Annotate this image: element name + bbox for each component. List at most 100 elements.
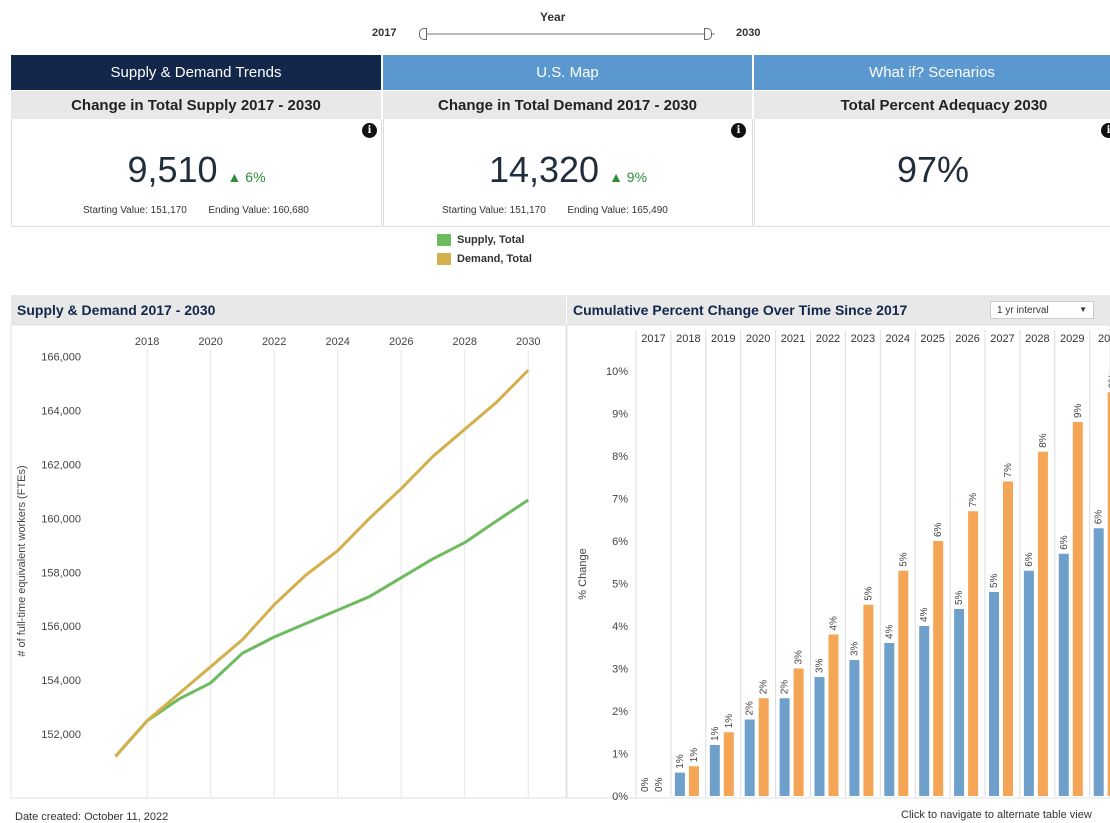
alternate-table-link[interactable]: Click to navigate to alternate table vie… — [901, 809, 1092, 821]
data-label: 3% — [815, 658, 826, 673]
x-tick-label: 2022 — [816, 333, 840, 345]
y-tick-label: 156,000 — [41, 621, 81, 633]
bar-chart: 0%1%2%3%4%5%6%7%8%9%10%% Change2017 2018 2… — [577, 330, 1110, 803]
bar — [898, 570, 909, 796]
y-tick-label: 162,000 — [41, 459, 81, 471]
line-chart-frame — [10, 324, 567, 799]
data-label: 0% — [654, 777, 665, 792]
bar — [828, 634, 839, 796]
bar — [709, 745, 720, 796]
x-tick-label: 2025 — [920, 333, 944, 345]
data-label: 6% — [1059, 535, 1070, 550]
x-tick-label: 2017 — [641, 333, 665, 345]
y-tick-label: 154,000 — [41, 675, 81, 687]
bar — [968, 511, 979, 796]
data-label: 1% — [689, 748, 700, 763]
x-tick-label: 2020 — [198, 336, 222, 348]
data-label: 3% — [849, 641, 860, 656]
bar — [779, 698, 790, 796]
x-tick-label: 2018 — [676, 333, 700, 345]
y-tick-label: 7% — [612, 494, 628, 506]
y-tick-label: 158,000 — [41, 567, 81, 579]
x-tick-label: 2023 — [851, 333, 875, 345]
x-tick-label: 2020 — [746, 333, 770, 345]
data-label: 5% — [863, 586, 874, 601]
bar — [919, 626, 930, 796]
y-tick-label: 1% — [612, 749, 628, 761]
bar — [1023, 570, 1034, 796]
data-label: 3% — [794, 650, 805, 665]
data-label: 8% — [1038, 433, 1049, 448]
bar — [1003, 481, 1013, 796]
x-tick-label: 2028 — [452, 336, 476, 348]
y-tick-label: 164,000 — [41, 405, 81, 417]
data-label: 0% — [640, 777, 651, 792]
bar — [1058, 553, 1069, 796]
x-tick-label: 2019 — [711, 333, 735, 345]
bar — [863, 604, 874, 796]
x-tick-label: 2022 — [262, 336, 286, 348]
bar — [884, 643, 895, 796]
bar — [989, 592, 999, 796]
data-label: 5% — [954, 590, 965, 605]
y-tick-label: 4% — [612, 621, 628, 633]
y-tick-label: 152,000 — [41, 729, 81, 741]
data-label: 1% — [675, 754, 686, 769]
x-tick-label: 2024 — [886, 333, 910, 345]
x-tick-label: 2030 — [516, 336, 540, 348]
date-created: Date created: October 11, 2022 — [15, 811, 169, 823]
bar — [674, 772, 685, 796]
data-label: 4% — [919, 607, 930, 622]
bar — [744, 719, 755, 796]
y-tick-label: 160,000 — [41, 513, 81, 525]
data-label: 1% — [724, 714, 735, 729]
bar — [814, 677, 825, 796]
x-tick-label: 2026 — [389, 336, 413, 348]
bar — [954, 609, 965, 796]
bar — [758, 698, 769, 796]
y-tick-label: 10% — [606, 366, 628, 378]
x-tick-label: 203 — [1098, 333, 1110, 345]
y-tick-label: 2% — [612, 706, 628, 718]
data-label: 5% — [898, 552, 909, 567]
data-label: 6% — [1024, 552, 1035, 567]
data-label: 4% — [884, 624, 895, 639]
y-tick-label: 166,000 — [41, 351, 81, 363]
y-axis-label: # of full-time equivalent workers (FTEs) — [16, 465, 28, 656]
data-label: 4% — [829, 616, 840, 631]
x-tick-label: 2026 — [955, 333, 979, 345]
bar — [1037, 451, 1048, 796]
bar — [723, 732, 734, 796]
series-line — [114, 498, 530, 758]
data-label: 2% — [745, 701, 756, 716]
y-axis-label: % Change — [577, 548, 589, 599]
y-tick-label: 0% — [612, 791, 628, 803]
bar — [849, 660, 860, 796]
data-label: 6% — [1094, 510, 1105, 525]
bar — [1093, 528, 1104, 796]
bar — [688, 766, 699, 796]
data-label: 9% — [1073, 403, 1084, 418]
data-label: 2% — [780, 680, 791, 695]
x-tick-label: 2029 — [1060, 333, 1084, 345]
y-tick-label: 6% — [612, 536, 628, 548]
x-tick-label: 2024 — [325, 336, 349, 348]
data-label: 7% — [968, 493, 979, 508]
line-chart: 2018 2020 2022 2024 2026 2028 2030 152,000 154,0… — [16, 336, 540, 797]
x-tick-label: 2027 — [990, 333, 1014, 345]
charts-svg: 2018 2020 2022 2024 2026 2028 2030 152,000 154,0… — [10, 324, 1110, 803]
y-tick-label: 3% — [612, 664, 628, 676]
data-label: 2% — [759, 680, 770, 695]
data-label: 6% — [933, 522, 944, 537]
data-label: 5% — [989, 573, 1000, 588]
bar — [1072, 422, 1083, 796]
x-tick-label: 2028 — [1025, 333, 1049, 345]
bar — [933, 541, 944, 796]
y-tick-label: 8% — [612, 451, 628, 463]
y-tick-label: 5% — [612, 579, 628, 591]
x-tick-label: 2021 — [781, 333, 805, 345]
x-tick-label: 2018 — [135, 336, 159, 348]
data-label: 7% — [1003, 463, 1014, 478]
bar — [793, 668, 804, 796]
y-tick-label: 9% — [612, 409, 628, 421]
